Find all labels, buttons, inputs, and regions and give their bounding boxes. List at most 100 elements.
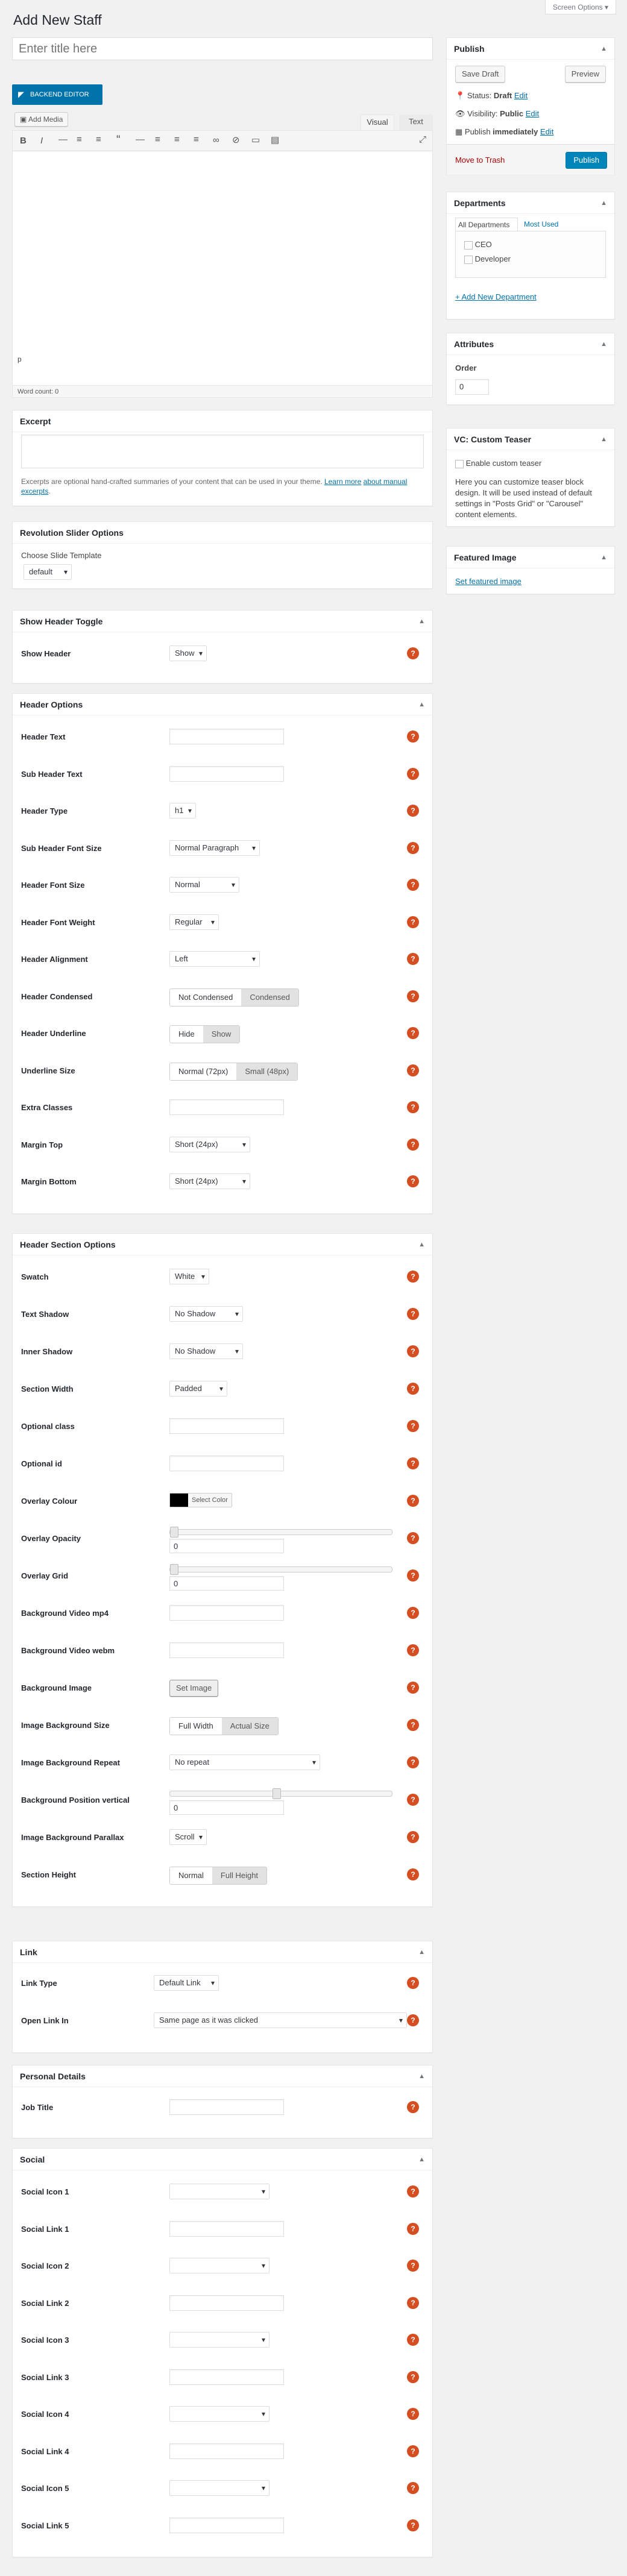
date-edit-link[interactable]: Edit [540,127,553,136]
sub-header-font-size-select[interactable]: Normal Paragraph [169,840,260,856]
checkbox[interactable] [464,240,473,250]
social-icon-2-select[interactable] [169,2258,269,2273]
link-type-select[interactable]: Default Link [154,1975,219,1991]
extra-classes-input[interactable] [169,1099,284,1115]
background-position-vertical-slider[interactable] [169,1788,392,1799]
image-background-size-toggle[interactable]: Full Width Actual Size [169,1717,279,1735]
teaser-checkbox-row[interactable]: Enable custom teaser [455,459,541,468]
help-icon[interactable]: ? [407,1495,419,1507]
optional-id-input[interactable] [169,1456,284,1471]
header-font-size-select[interactable]: Normal [169,877,239,893]
toolbar-toggle-icon[interactable]: ▤ [271,134,279,145]
overlay-grid-input[interactable]: 0 [169,1576,284,1591]
align-center-icon[interactable]: ≡ [174,134,180,145]
color-swatch[interactable] [170,1494,188,1507]
background-position-vertical-input[interactable]: 0 [169,1800,284,1815]
bold-icon[interactable]: B [20,136,27,146]
help-icon[interactable]: ? [407,730,419,743]
department-item-ceo[interactable]: CEO [464,240,492,250]
learn-more-link[interactable]: Learn more [324,477,361,486]
help-icon[interactable]: ? [407,2014,419,2026]
underline-size-toggle[interactable]: Normal (72px) Small (48px) [169,1062,298,1081]
tab-visual[interactable]: Visual [361,115,394,130]
collapse-icon[interactable]: ▲ [418,1234,425,1255]
align-right-icon[interactable]: ≡ [194,134,199,145]
collapse-icon[interactable]: ▲ [418,611,425,632]
tab-most-used[interactable]: Most Used [524,220,558,228]
more-tag-icon[interactable]: ▭ [251,134,260,145]
social-link-5-input[interactable] [169,2517,284,2533]
bullet-list-icon[interactable]: ≡ [77,134,82,145]
help-icon[interactable]: ? [407,1064,419,1076]
collapse-icon[interactable]: ▲ [600,38,607,60]
help-icon[interactable]: ? [407,2185,419,2197]
help-icon[interactable]: ? [407,767,419,780]
help-icon[interactable]: ? [407,1175,419,1187]
collapse-icon[interactable]: ▲ [600,429,607,450]
title-input[interactable] [12,37,433,60]
publish-button[interactable]: Publish [566,152,607,169]
align-left-icon[interactable]: ≡ [155,134,160,145]
help-icon[interactable]: ? [407,990,419,1002]
add-media-button[interactable]: ▣ Add Media [14,112,69,127]
header-section-header[interactable]: Header Section Options ▲ [13,1234,432,1255]
segment-option[interactable]: Show [203,1026,240,1043]
screen-options-button[interactable]: Screen Options ▾ [544,0,616,14]
excerpt-textarea[interactable] [21,435,424,468]
help-icon[interactable]: ? [407,1420,419,1432]
margin-top-select[interactable]: Short (24px) [169,1136,250,1152]
job-title-input[interactable] [169,2099,284,2115]
header-condensed-toggle[interactable]: Not Condensed Condensed [169,988,299,1007]
slider-handle[interactable] [170,1527,178,1538]
collapse-icon[interactable]: ▲ [418,1941,425,1963]
collapse-icon[interactable]: ▲ [600,547,607,568]
optional-class-input[interactable] [169,1418,284,1434]
select-color-button[interactable]: Select Color [188,1494,232,1507]
section-width-select[interactable]: Padded [169,1381,227,1396]
help-icon[interactable]: ? [407,2222,419,2235]
help-icon[interactable]: ? [407,1271,419,1283]
help-icon[interactable]: ? [407,1532,419,1544]
preview-button[interactable]: Preview [564,66,606,83]
social-icon-3-select[interactable] [169,2332,269,2348]
visibility-edit-link[interactable]: Edit [526,109,539,118]
save-draft-button[interactable]: Save Draft [455,66,506,83]
collapse-icon[interactable]: ▲ [418,694,425,715]
open-link-in-select[interactable]: Same page as it was clicked [154,2012,407,2028]
help-icon[interactable]: ? [407,1027,419,1039]
social-icon-5-select[interactable] [169,2480,269,2496]
help-icon[interactable]: ? [407,1831,419,1843]
swatch-select[interactable]: White [169,1269,209,1284]
help-icon[interactable]: ? [407,1977,419,1989]
image-background-parallax-select[interactable]: Scroll [169,1829,207,1845]
social-icon-4-select[interactable] [169,2406,269,2422]
help-icon[interactable]: ? [407,2370,419,2383]
help-icon[interactable]: ? [407,1383,419,1395]
background-image-button[interactable]: Set Image [169,1680,219,1697]
social-link-1-input[interactable] [169,2220,284,2237]
department-item-developer[interactable]: Developer [464,254,511,264]
fullscreen-icon[interactable]: ⤢ [419,134,426,145]
segment-option[interactable]: Full Height [212,1867,267,1884]
overlay-opacity-slider[interactable] [169,1527,392,1538]
help-icon[interactable]: ? [407,1138,419,1151]
collapse-icon[interactable]: ▲ [600,333,607,355]
help-icon[interactable]: ? [407,1644,419,1656]
help-icon[interactable]: ? [407,1308,419,1320]
help-icon[interactable]: ? [407,916,419,928]
help-icon[interactable]: ? [407,879,419,891]
departments-header[interactable]: Departments ▲ [447,192,614,214]
revslider-header[interactable]: Revolution Slider Options [13,522,432,544]
collapse-icon[interactable]: ▲ [600,192,607,214]
help-icon[interactable]: ? [407,2101,419,2113]
slider-handle[interactable] [170,1564,178,1575]
link-box-header[interactable]: Link ▲ [13,1941,432,1963]
social-link-3-input[interactable] [169,2369,284,2385]
segment-option[interactable]: Normal [170,1867,212,1884]
social-header[interactable]: Social ▲ [13,2149,432,2170]
help-icon[interactable]: ? [407,953,419,965]
help-icon[interactable]: ? [407,1794,419,1806]
sub-header-text-input[interactable] [169,765,284,782]
tab-text[interactable]: Text [399,115,433,130]
template-select[interactable]: default [24,564,72,580]
